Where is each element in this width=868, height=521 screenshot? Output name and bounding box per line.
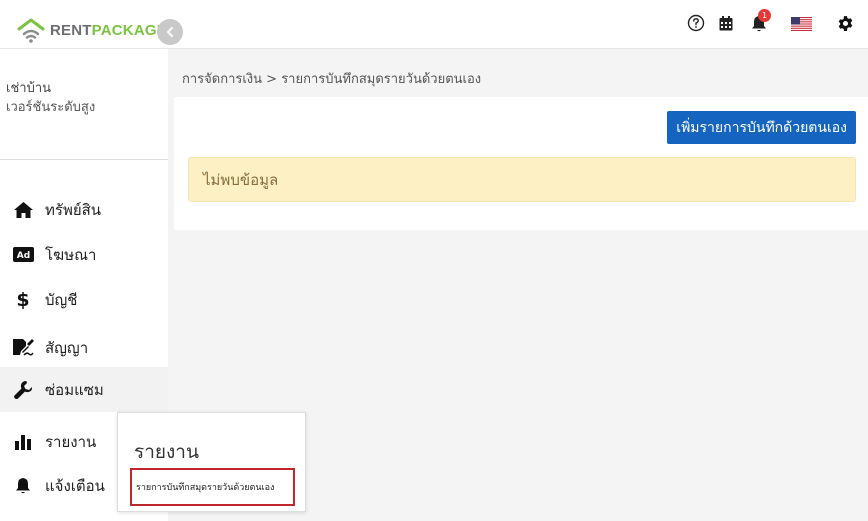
wrench-icon [12,379,34,401]
logo-text-package: PACKAGE [91,21,167,39]
ad-icon: Ad [12,244,34,266]
bar-chart-icon [12,431,34,453]
add-manual-entry-button[interactable]: เพิ่มรายการบันทึกด้วยตนเอง [667,111,856,144]
sidebar-item-repairs[interactable]: ซ่อมแซม [0,367,168,412]
user-role: เช่าบ้าน [6,81,52,96]
chevron-left-icon [164,23,176,42]
user-plan-level: เวอร์ชันระดับสูง [6,100,96,115]
user-info: เช่าบ้าน เวอร์ชันระดับสูง [0,49,168,160]
notifications-button[interactable]: 1 [749,9,771,35]
svg-text:Ad: Ad [16,251,29,261]
notification-count-badge: 1 [758,9,771,22]
sidebar-item-contracts[interactable]: สัญญา [0,325,168,370]
bell-icon [12,475,34,497]
house-wifi-icon [16,17,46,43]
sidebar-item-label: โฆษณา [45,245,97,264]
gear-icon [837,15,854,36]
reports-flyout-menu: รายงาน รายการบันทึกสมุดรายวันด้วยตนเอง [117,412,306,512]
top-bar: RENTPACKAGE 1 [0,0,868,49]
us-flag-icon [790,16,812,35]
content-panel: เพิ่มรายการบันทึกด้วยตนเอง ไม่พบข้อมูล [174,97,868,230]
breadcrumb: การจัดการเงิน > รายการบันทึกสมุดรายวันด้… [182,72,482,87]
sidebar-item-properties[interactable]: ทรัพย์สิน [0,187,168,232]
sidebar-item-accounts[interactable]: $ บัญชี [0,277,168,322]
empty-state-message: ไม่พบข้อมูล [203,170,279,189]
flyout-title: รายงาน [134,441,199,463]
logo-text-rent: RENT [50,21,92,39]
flyout-item-manual-journal[interactable]: รายการบันทึกสมุดรายวันด้วยตนเอง [130,468,295,506]
calendar-icon [719,15,733,35]
sidebar-item-ads[interactable]: Ad โฆษณา [0,232,168,277]
language-button[interactable] [790,15,812,35]
rentpackage-logo[interactable]: RENTPACKAGE [16,17,167,43]
settings-button[interactable] [835,15,855,35]
dollar-icon: $ [16,288,30,311]
home-icon [12,199,34,221]
sidebar-item-label: รายงาน [45,432,97,451]
calendar-button[interactable] [716,15,736,35]
sidebar-item-label: บัญชี [45,290,78,309]
empty-state-alert: ไม่พบข้อมูล [188,157,856,202]
sidebar-item-label: ซ่อมแซม [45,380,104,399]
contract-icon [12,337,34,359]
help-circle-icon [687,14,705,36]
sidebar-collapse-button[interactable] [157,19,183,45]
sidebar-item-label: สัญญา [45,338,89,357]
help-button[interactable] [686,14,706,36]
sidebar-item-label: ทรัพย์สิน [45,200,102,219]
sidebar-item-label: แจ้งเตือน [45,476,105,495]
